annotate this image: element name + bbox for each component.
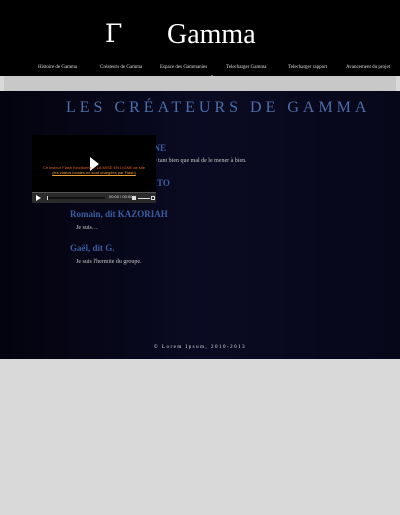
member-name-4: Gaël, dit G.	[70, 243, 115, 253]
volume-slider[interactable]	[138, 198, 150, 199]
nav-item-espace[interactable]: Espace des Gammanies	[160, 65, 207, 70]
volume-icon[interactable]	[132, 196, 136, 200]
flash-message-line2[interactable]: (les vidéos locales ne sont chargées par…	[52, 170, 136, 175]
progress-knob[interactable]	[47, 196, 48, 200]
member-desc-4: Je suis l'hermite du groupe.	[76, 259, 142, 265]
nav-item-telecharger-rapport[interactable]: Telecharger rapport	[288, 65, 327, 70]
header-divider-band	[4, 76, 396, 91]
member-desc-3: Je suis…	[76, 225, 98, 231]
nav-item-createurs[interactable]: Créateurs de Gamma	[100, 65, 142, 70]
footer-copyright: © Lorem Ipsum, 2010-2013	[153, 345, 247, 350]
play-icon[interactable]	[36, 195, 41, 201]
video-controls: 00:00 / 00:00	[32, 192, 156, 203]
nav-item-avancement[interactable]: Avancement du projet	[346, 65, 390, 70]
main-content: LES CRÉATEURS DE GAMMA …UNE …saye tant b…	[0, 91, 400, 359]
video-progress-bar[interactable]	[47, 196, 105, 200]
site-header: Γ Gamma Histoire de Gamma Créateurs de G…	[0, 0, 400, 76]
nav-item-telecharger-gamma[interactable]: Telecharger Gamma	[226, 65, 267, 70]
site-logo-text[interactable]: Gamma	[167, 18, 256, 52]
main-nav: Histoire de Gamma Créateurs de Gamma Esp…	[0, 62, 400, 76]
nav-item-histoire[interactable]: Histoire de Gamma	[38, 65, 77, 70]
page-title: LES CRÉATEURS DE GAMMA	[66, 99, 371, 116]
member-name-3: Romain, dit KAZORIAH	[70, 209, 168, 219]
flash-message: Ce lecteur Flash fonctionne… LA MISE EN …	[36, 165, 152, 175]
video-time: 00:00 / 00:00	[109, 194, 133, 199]
video-player[interactable]: Ce lecteur Flash fonctionne… LA MISE EN …	[32, 135, 156, 203]
fullscreen-icon[interactable]	[151, 196, 155, 200]
logo-icon[interactable]: Γ	[105, 19, 122, 49]
